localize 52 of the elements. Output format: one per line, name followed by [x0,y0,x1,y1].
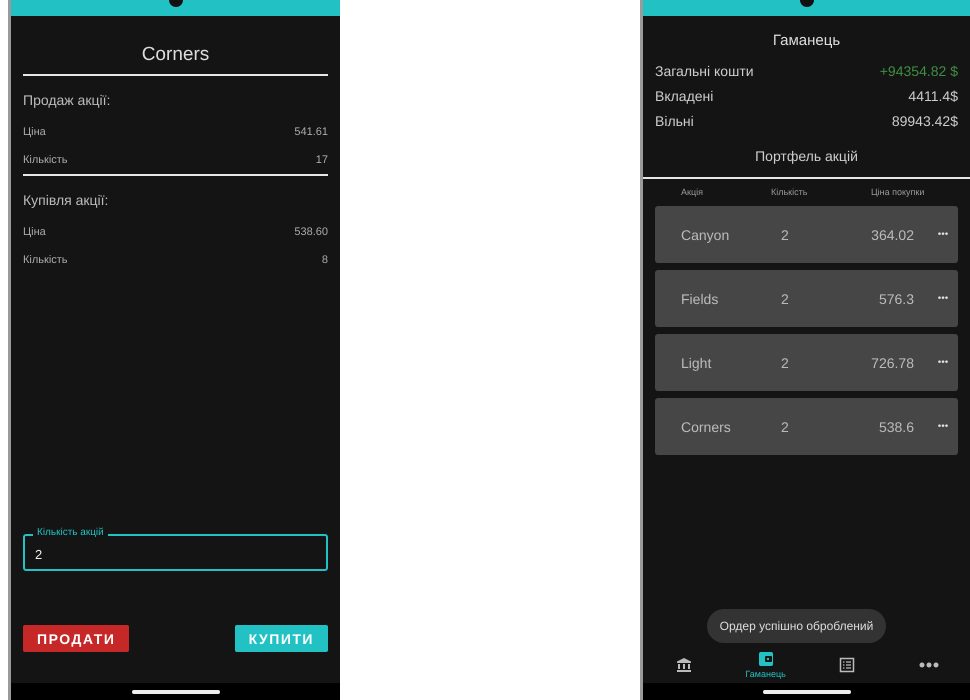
stock-quantity: 2 [781,418,790,434]
camera-notch [800,0,814,7]
more-icon [919,662,940,668]
row-value: 17 [316,154,328,166]
total-value: +94354.82 $ [880,63,958,79]
stock-price: 538.6 [878,418,915,434]
row-label: Кількість [23,254,68,266]
holding-card[interactable]: Light 2 726.78 ••• [655,334,958,391]
row-label: Ціна [23,226,46,238]
stock-price: 364.02 [870,226,915,242]
total-value: 4411.4$ [908,88,958,104]
column-header: Кількість [771,187,808,197]
holding-card[interactable]: Corners 2 538.6 ••• [655,398,958,455]
stock-price: 576.3 [878,290,915,306]
screen-title: Гаманець [772,31,842,51]
list-icon [839,657,856,673]
row-value: 538.60 [294,226,328,238]
stock-name: Canyon [681,226,730,242]
column-header: Акція [681,187,704,197]
more-button[interactable]: ••• [928,357,958,368]
more-button[interactable]: ••• [928,229,958,240]
sell-button[interactable]: ПРОДАТИ [23,625,130,652]
total-label: Вільні [655,113,694,129]
row-value: 8 [322,254,328,266]
toast: Ордер успішно оброблений [706,609,886,643]
holding-card[interactable]: Fields 2 576.3 ••• [655,270,958,327]
section-heading: Продаж акції: [23,91,112,110]
more-button[interactable]: ••• [928,293,958,304]
stock-name: Fields [681,290,720,306]
stock-quantity: 2 [781,290,790,306]
holding-card[interactable]: Canyon 2 364.02 ••• [655,206,958,263]
row-label: Ціна [23,126,46,138]
total-label: Вкладені [655,88,714,104]
row-value: 541.61 [294,126,328,138]
stock-name: Corners [681,418,732,434]
camera-notch [168,0,182,7]
more-button[interactable]: ••• [928,421,958,432]
stock-title: Corners [140,43,210,67]
section-heading: Купівля акції: [23,191,110,210]
wallet-icon [758,651,774,667]
stock-price: 726.78 [870,354,915,370]
total-value: 89943.42$ [892,113,958,129]
nav-tab[interactable]: Гаманець [724,647,806,683]
column-header: Ціна покупки [871,187,926,197]
stock-quantity: 2 [781,226,790,242]
stock-name: Light [681,354,712,370]
total-label: Загальні кошти [655,63,754,79]
row-label: Кількість [23,154,68,166]
portfolio-title: Портфель акцій [754,147,859,166]
field-label: Кількість акцій [33,527,108,538]
bank-icon [676,657,692,673]
stock-quantity: 2 [781,354,790,370]
